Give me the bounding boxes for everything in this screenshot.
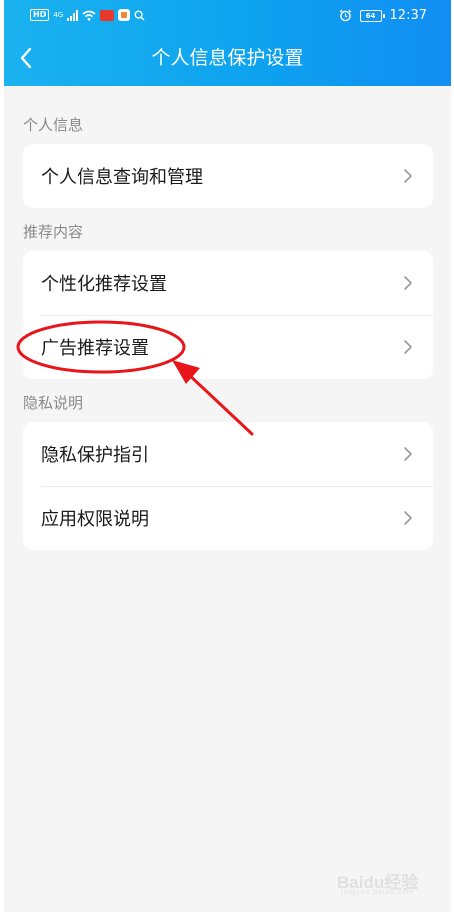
card-privacy: 隐私保护指引 应用权限说明 bbox=[23, 422, 433, 550]
battery-icon: 64 bbox=[359, 9, 385, 22]
section-label-recommend: 推荐内容 bbox=[23, 223, 84, 241]
top-bar: HD 4G 64 12:37 个人信息保护设置 bbox=[4, 0, 451, 86]
baidu-watermark: Baidu经验 jingyan.baidu.com bbox=[337, 862, 429, 902]
card-personal-info: 个人信息查询和管理 bbox=[23, 144, 433, 208]
row-label: 个性化推荐设置 bbox=[41, 274, 167, 295]
search-icon bbox=[134, 9, 145, 20]
app-notification-icon bbox=[100, 9, 115, 21]
status-left: HD 4G bbox=[30, 9, 145, 21]
alarm-icon bbox=[339, 9, 351, 22]
row-app-permissions[interactable]: 应用权限说明 bbox=[23, 486, 433, 550]
wifi-icon bbox=[82, 10, 96, 21]
annotation-arrow-icon bbox=[172, 360, 254, 436]
hd-badge: HD bbox=[30, 9, 50, 21]
phone-screen: HD 4G 64 12:37 个人信息保护设置 个人信息 个人信息查询和管理 推… bbox=[4, 0, 451, 912]
row-label: 个人信息查询和管理 bbox=[41, 167, 203, 188]
clock: 12:37 bbox=[389, 8, 427, 23]
app-notification-icon-2 bbox=[118, 9, 131, 21]
page-title: 个人信息保护设置 bbox=[151, 47, 304, 69]
section-label-personal-info: 个人信息 bbox=[23, 116, 84, 134]
row-label: 应用权限说明 bbox=[41, 509, 149, 530]
chevron-right-icon bbox=[404, 511, 412, 525]
row-label: 隐私保护指引 bbox=[41, 445, 149, 466]
section-label-privacy: 隐私说明 bbox=[23, 394, 84, 412]
annotation-ellipse bbox=[16, 320, 186, 374]
status-bar: HD 4G 64 12:37 bbox=[4, 0, 451, 32]
watermark-url: jingyan.baidu.com bbox=[341, 888, 415, 896]
network-type: 4G bbox=[53, 11, 64, 19]
row-personal-info-management[interactable]: 个人信息查询和管理 bbox=[23, 144, 433, 208]
chevron-right-icon bbox=[404, 169, 412, 183]
status-right: 64 12:37 bbox=[339, 8, 427, 23]
signal-icon bbox=[67, 9, 79, 21]
row-personalized-recommend[interactable]: 个性化推荐设置 bbox=[23, 251, 433, 315]
chevron-right-icon bbox=[404, 447, 412, 461]
chevron-right-icon bbox=[404, 276, 412, 290]
chevron-right-icon bbox=[404, 340, 412, 354]
